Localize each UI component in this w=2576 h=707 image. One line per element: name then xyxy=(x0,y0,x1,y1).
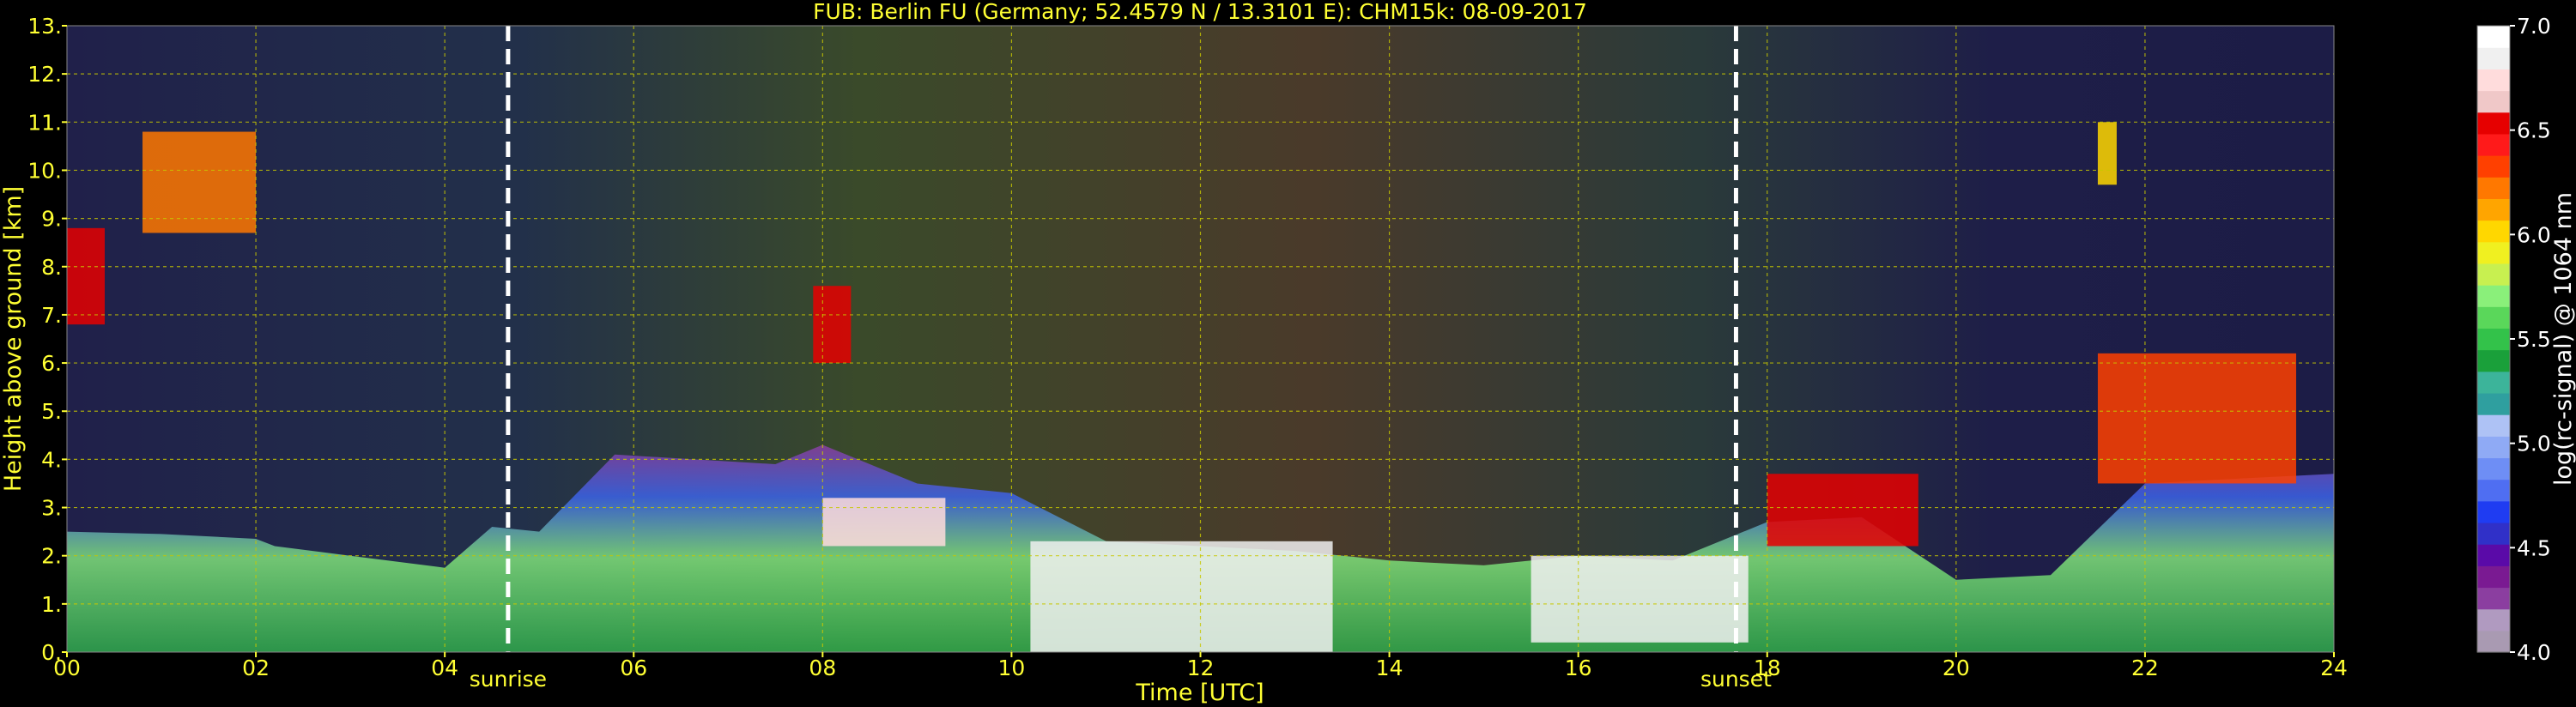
colorbar-label: log(rc-signal) @ 1064 nm xyxy=(2550,192,2576,486)
y-ticks: 0.1.2.3.4.5.6.7.8.9.10.11.12.13. xyxy=(27,14,67,665)
colorbar-segment xyxy=(2477,544,2510,566)
colorbar-segment xyxy=(2477,112,2510,135)
colorbar-segment xyxy=(2477,26,2510,48)
x-tick-label: 20 xyxy=(1943,656,1970,680)
colorbar-segment xyxy=(2477,630,2510,653)
cloud-feature-8 xyxy=(2097,122,2117,185)
colorbar-segment xyxy=(2477,587,2510,610)
x-axis-label: Time [UTC] xyxy=(1135,680,1264,706)
cloud-feature-2 xyxy=(813,286,852,364)
colorbar-segment xyxy=(2477,47,2510,69)
colorbar-segment xyxy=(2477,608,2510,631)
chart-title: FUB: Berlin FU (Germany; 52.4579 N / 13.… xyxy=(813,0,1587,24)
ceilometer-chart: FUB: Berlin FU (Germany; 52.4579 N / 13.… xyxy=(0,0,2576,706)
colorbar-tick-label: 6.0 xyxy=(2517,222,2551,247)
colorbar-tick-label: 4.5 xyxy=(2517,535,2551,560)
plot-area xyxy=(67,26,2334,652)
y-tick-label: 12. xyxy=(27,62,62,87)
colorbar-segment xyxy=(2477,90,2510,113)
colorbar-segment xyxy=(2477,133,2510,156)
y-tick-label: 3. xyxy=(41,496,62,521)
colorbar-segment xyxy=(2477,457,2510,480)
colorbar-segment xyxy=(2477,371,2510,394)
colorbar-segment xyxy=(2477,198,2510,221)
colorbar-segment xyxy=(2477,500,2510,523)
y-tick-label: 5. xyxy=(41,399,62,424)
cloud-feature-4 xyxy=(1030,541,1333,652)
y-tick-label: 2. xyxy=(41,544,62,569)
cloud-feature-3 xyxy=(822,498,946,547)
colorbar-segment xyxy=(2477,220,2510,243)
colorbar-ticks: 4.0 4.5 5.0 5.5 6.0 6.5 7.0 xyxy=(2510,14,2551,665)
colorbar-segment xyxy=(2477,436,2510,459)
x-tick-label: 22 xyxy=(2131,656,2159,680)
cloud-feature-0 xyxy=(67,227,106,325)
colorbar-segment xyxy=(2477,285,2510,307)
sunrise-label: sunrise xyxy=(470,667,547,692)
y-tick-label: 10. xyxy=(27,158,62,183)
colorbar-segment xyxy=(2477,306,2510,329)
y-tick-label: 8. xyxy=(41,255,62,280)
y-tick-label: 13. xyxy=(27,14,62,39)
colorbar-segment xyxy=(2477,155,2510,178)
colorbar-segment xyxy=(2477,565,2510,589)
colorbar-tick-label: 4.0 xyxy=(2517,640,2551,665)
colorbar-segment xyxy=(2477,522,2510,545)
colorbar-segment xyxy=(2477,328,2510,351)
colorbar-tick-label: 5.5 xyxy=(2517,327,2551,352)
sunset-label: sunset xyxy=(1700,667,1772,692)
x-tick-label: 10 xyxy=(998,656,1026,680)
colorbar-tick-label: 6.5 xyxy=(2517,118,2551,143)
y-tick-label: 6. xyxy=(41,351,62,376)
y-tick-label: 11. xyxy=(27,110,62,135)
colorbar-tick-label: 5.0 xyxy=(2517,432,2551,456)
colorbar-segment xyxy=(2477,69,2510,92)
colorbar-tick-label: 7.0 xyxy=(2517,14,2551,39)
cloud-feature-1 xyxy=(142,131,257,233)
colorbar-segment xyxy=(2477,414,2510,437)
cloud-feature-7 xyxy=(2097,353,2296,484)
x-tick-label: 16 xyxy=(1565,656,1592,680)
cloud-feature-6 xyxy=(1767,474,1918,547)
x-tick-label: 02 xyxy=(242,656,270,680)
colorbar-segment xyxy=(2477,241,2510,264)
y-axis-label: Height above ground [km] xyxy=(0,186,27,492)
x-tick-label: 00 xyxy=(53,656,81,680)
cloud-feature-5 xyxy=(1530,555,1749,643)
colorbar xyxy=(2476,25,2511,653)
colorbar-segment xyxy=(2477,392,2510,415)
x-tick-label: 14 xyxy=(1376,656,1403,680)
x-tick-label: 08 xyxy=(809,656,836,680)
y-tick-label: 4. xyxy=(41,447,62,472)
colorbar-segment xyxy=(2477,263,2510,286)
x-tick-label: 06 xyxy=(620,656,647,680)
x-ticks: 00 02 04 06 08 10 12 14 16 18 20 22 24 xyxy=(53,652,2348,680)
y-tick-label: 7. xyxy=(41,303,62,328)
x-tick-label: 24 xyxy=(2320,656,2348,680)
x-tick-label: 12 xyxy=(1187,656,1215,680)
colorbar-segment xyxy=(2477,177,2510,199)
y-tick-label: 1. xyxy=(41,592,62,617)
x-tick-label: 04 xyxy=(431,656,458,680)
y-tick-label: 9. xyxy=(41,207,62,232)
colorbar-segment xyxy=(2477,349,2510,372)
colorbar-segment xyxy=(2477,479,2510,502)
